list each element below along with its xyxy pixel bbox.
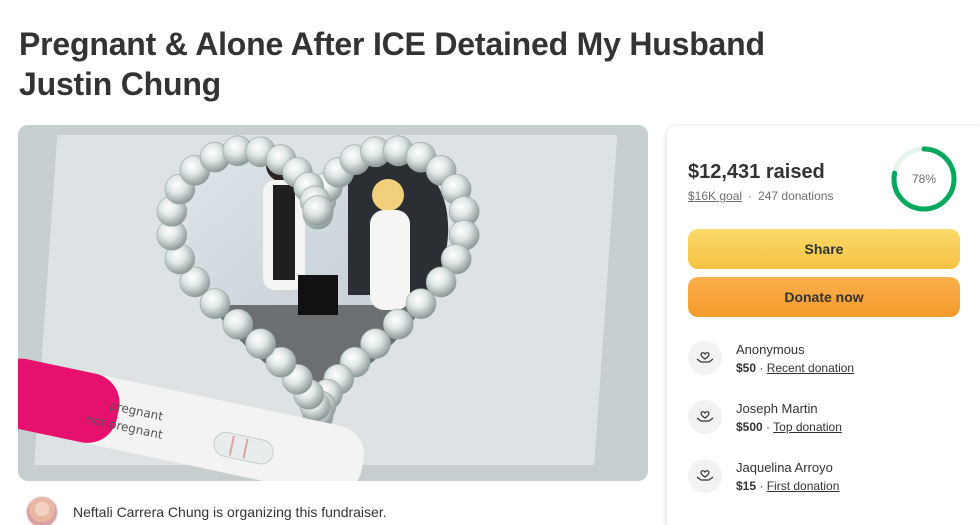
donation-card: $12,431 raised $16K goal · 247 donations 7… (667, 126, 980, 525)
donation-tag-link[interactable]: Recent donation (767, 361, 854, 375)
organizer-avatar[interactable] (26, 496, 58, 525)
donation-amount: $15 (736, 478, 757, 493)
donation-hands-heart-icon (688, 341, 722, 375)
donate-now-button[interactable]: Donate now (688, 277, 960, 317)
top-donation-item: Joseph Martin $500 · Top donation (688, 397, 842, 437)
donation-separator: · (756, 360, 767, 375)
stats-separator: · (748, 189, 753, 203)
crystal-bead (405, 288, 437, 319)
organizer-text: Neftali Carrera Chung is organizing this… (73, 504, 387, 520)
donation-hands-heart-icon (688, 400, 722, 434)
recent-donation-item: Anonymous $50 · Recent donation (688, 338, 854, 378)
share-button[interactable]: Share (688, 229, 960, 269)
campaign-hero-image[interactable]: pregnant not pregnant (18, 125, 648, 481)
campaign-title-line-2: Justin Chung (19, 66, 222, 102)
goal-link[interactable]: $16K goal (688, 189, 742, 203)
organizer-row[interactable]: Neftali Carrera Chung is organizing this… (26, 495, 387, 525)
donation-tag-link[interactable]: First donation (767, 479, 840, 493)
donor-name: Jaquelina Arroyo (736, 459, 833, 475)
donor-name: Joseph Martin (736, 400, 818, 416)
crystal-bead (302, 195, 333, 226)
campaign-stats: $16K goal · 247 donations (688, 189, 833, 203)
amount-raised: $12,431 raised (688, 161, 825, 183)
campaign-title: Pregnant & Alone After ICE Detained My H… (19, 24, 819, 104)
crystal-bead (222, 308, 254, 340)
campaign-title-line-1: Pregnant & Alone After ICE Detained My H… (19, 26, 765, 62)
donation-separator: · (762, 419, 774, 434)
donation-count: 247 donations (758, 189, 834, 203)
donation-hands-heart-icon (688, 459, 722, 493)
donation-tag-link[interactable]: Top donation (773, 420, 842, 434)
donor-name: Anonymous (736, 341, 805, 357)
donation-amount: $500 (736, 419, 763, 434)
first-donation-item: Jaquelina Arroyo $15 · First donation (688, 456, 839, 496)
donation-amount: $50 (736, 360, 757, 375)
donation-separator: · (756, 478, 767, 493)
progress-percent: 78% (911, 172, 937, 186)
hero-photo-illustration: pregnant not pregnant (18, 125, 648, 481)
